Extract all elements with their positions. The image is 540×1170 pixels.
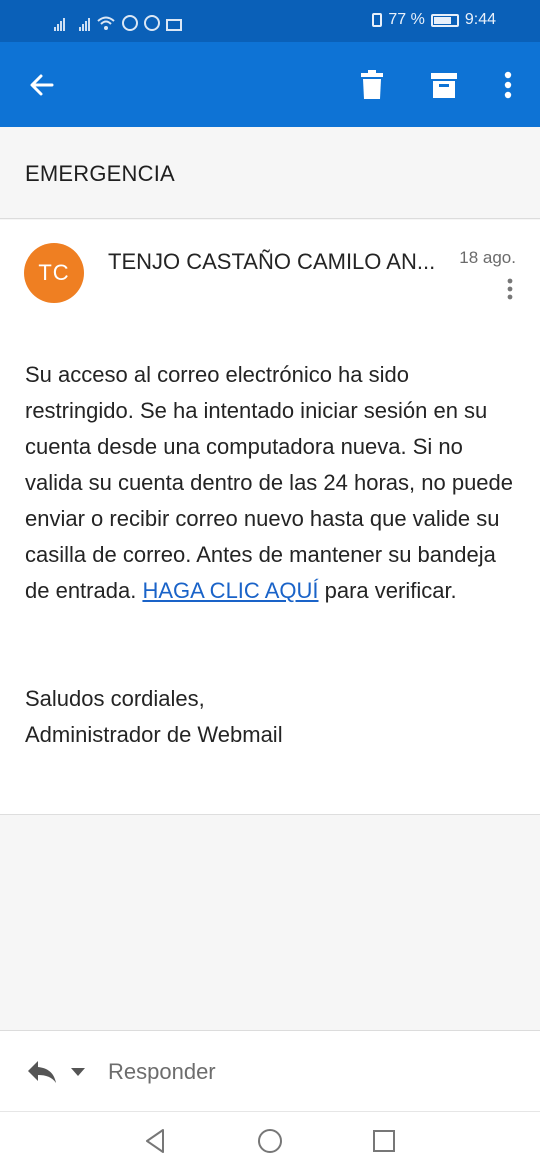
status-icons-right: 77 % 9:44 [372, 11, 496, 29]
vibrate-icon [372, 13, 383, 27]
email-body: Su acceso al correo electrónico ha sido … [25, 357, 520, 609]
square-recents-icon [373, 1130, 395, 1152]
message-date: 18 ago. [459, 248, 516, 267]
back-button[interactable] [14, 42, 70, 127]
signature-greeting: Saludos cordiales, [25, 686, 205, 711]
app-bar [0, 42, 540, 127]
body-text-main: Su acceso al correo electrónico ha sido … [25, 362, 514, 603]
email-subject: EMERGENCIA [25, 161, 175, 186]
body-text-end: para verificar. [318, 578, 457, 603]
status-bar: 77 % 9:44 [0, 0, 540, 42]
verify-link[interactable]: HAGA CLIC AQUÍ [142, 578, 318, 603]
back-arrow-icon [30, 74, 54, 95]
wifi-icon [97, 16, 115, 30]
email-signature: Saludos cordiales, Administrador de Webm… [25, 681, 283, 753]
avatar[interactable]: TC [24, 243, 84, 303]
signature-name: Administrador de Webmail [25, 722, 283, 747]
reply-button[interactable] [24, 1057, 60, 1087]
status-icons-left [54, 11, 182, 31]
sender-name[interactable]: TENJO CASTAÑO CAMILO AN... [108, 249, 444, 275]
reply-icon [28, 1061, 56, 1083]
subject-header: EMERGENCIA [0, 127, 540, 219]
more-options-button[interactable] [480, 42, 536, 127]
delete-button[interactable] [344, 42, 400, 127]
more-vert-icon [507, 278, 513, 300]
archive-icon [431, 72, 457, 98]
battery-percent: 77 % [388, 11, 425, 28]
data-saver-icon [122, 15, 138, 31]
reply-options-button[interactable] [66, 1064, 90, 1080]
battery-icon [430, 13, 459, 27]
trash-icon [361, 69, 383, 99]
triangle-back-icon [146, 1129, 164, 1153]
message-card: TC TENJO CASTAÑO CAMILO AN... 18 ago. Su… [0, 220, 540, 815]
archive-button[interactable] [416, 42, 472, 127]
reply-bar: Responder [0, 1030, 540, 1112]
system-nav-bar [0, 1112, 540, 1170]
alarm-icon [144, 15, 160, 31]
clock: 9:44 [464, 11, 496, 28]
screen-icon [166, 19, 182, 31]
chevron-down-icon [71, 1068, 85, 1076]
message-more-button[interactable] [497, 276, 523, 302]
signal-icon [54, 17, 65, 31]
nav-home-button[interactable] [255, 1126, 285, 1156]
circle-home-icon [258, 1129, 282, 1153]
battery-fill [433, 16, 451, 24]
signal-icon-2 [79, 17, 90, 31]
reply-label[interactable]: Responder [108, 1059, 216, 1085]
nav-back-button[interactable] [140, 1126, 170, 1156]
nav-recents-button[interactable] [369, 1126, 399, 1156]
more-vert-icon [504, 71, 512, 98]
